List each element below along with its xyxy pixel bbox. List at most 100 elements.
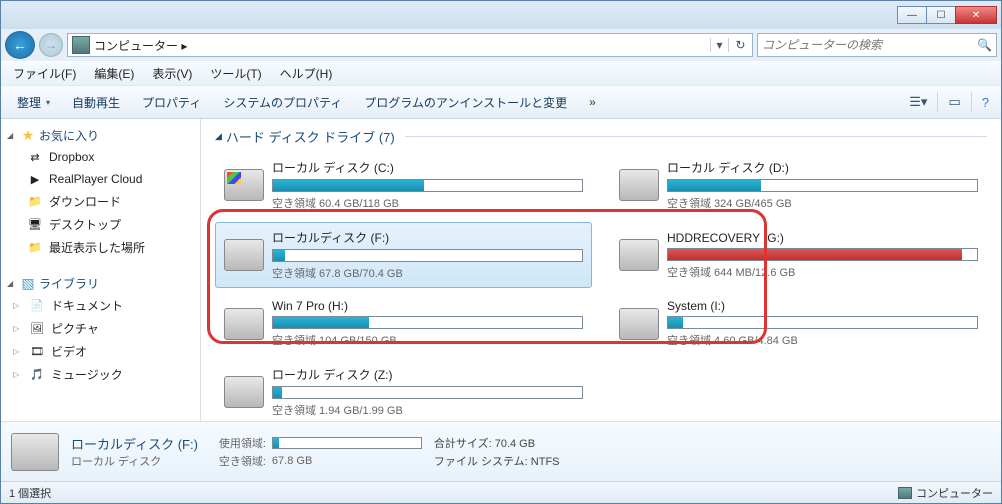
address-bar[interactable]: コンピューター ▸ ▾ ↻ [67,33,753,57]
drive-label: ローカル ディスク (C:) [272,159,583,176]
content-pane: ◢ ハード ディスク ドライブ (7) ローカル ディスク (C:) 空き領域 … [201,119,1001,421]
computer-icon [72,36,90,54]
total-value: 70.4 GB [495,438,535,450]
free-label: 空き領域: [210,453,266,469]
drive-free-text: 空き領域 324 GB/465 GB [667,195,978,211]
system-properties-button[interactable]: システムのプロパティ [213,90,352,115]
section-header[interactable]: ◢ ハード ディスク ドライブ (7) [215,127,987,146]
item-icon: 📁 [27,194,43,210]
item-label: ドキュメント [51,297,123,314]
details-pane: ローカルディスク (F:) ローカル ディスク 使用領域: 空き領域: 67.8… [1,421,1001,481]
capacity-bar [667,248,978,261]
item-label: 最近表示した場所 [49,239,145,256]
sidebar-item[interactable]: 📁 最近表示した場所 [3,236,198,259]
expand-icon: ▷ [13,347,23,356]
sidebar-favorites-header[interactable]: ◢ ★ お気に入り [3,125,198,146]
computer-icon [898,487,912,499]
drive-free-text: 空き領域 104 GB/150 GB [272,332,583,348]
item-icon: 🎞 [29,344,45,360]
drive-icon [224,308,264,340]
search-icon[interactable]: 🔍 [977,38,992,52]
close-button[interactable]: ✕ [955,6,997,24]
item-label: ビデオ [51,343,87,360]
capacity-bar [272,179,583,192]
drive-free-text: 空き領域 644 MB/12.6 GB [667,264,978,280]
sidebar-item[interactable]: 🖥デスクトップ [3,213,198,236]
sidebar-favorites-label: お気に入り [39,127,99,144]
drive-icon [224,376,264,408]
item-icon: 📁 [27,240,43,256]
drive-free-text: 空き領域 60.4 GB/118 GB [272,195,583,211]
drive-item[interactable]: Win 7 Pro (H:) 空き領域 104 GB/150 GB [215,292,592,355]
menu-edit[interactable]: 編集(E) [86,63,142,84]
sidebar-libraries-header[interactable]: ◢ ▧ ライブラリ [3,273,198,294]
sidebar-item[interactable]: ▷📄ドキュメント [3,294,198,317]
drive-item[interactable]: ローカル ディスク (Z:) 空き領域 1.94 GB/1.99 GB [215,359,592,421]
capacity-bar [272,386,583,399]
sidebar-item[interactable]: 📁 ダウンロード [3,190,198,213]
drive-icon [224,239,264,271]
uninstall-button[interactable]: プログラムのアンインストールと変更 [354,90,577,115]
capacity-bar [667,179,978,192]
details-subtitle: ローカル ディスク [71,453,198,469]
item-icon: ⇄ [27,149,43,165]
toolbar-more[interactable]: » [579,91,606,113]
menu-help[interactable]: ヘルプ(H) [272,63,341,84]
drive-item[interactable]: ローカル ディスク (D:) 空き領域 324 GB/465 GB [610,152,987,218]
drive-label: System (I:) [667,299,978,313]
section-title: ハード ディスク ドライブ (7) [226,127,395,146]
sidebar-item[interactable]: ▷ 🎵 ミュージック [3,363,198,386]
item-label: ダウンロード [49,193,121,210]
item-icon: 📄 [29,298,45,314]
minimize-button[interactable]: — [897,6,927,24]
address-dropdown[interactable]: ▾ [710,38,728,52]
organize-button[interactable]: 整理 [7,90,60,115]
autoplay-button[interactable]: 自動再生 [62,90,130,115]
command-bar: 整理 自動再生 プロパティ システムのプロパティ プログラムのアンインストールと… [1,85,1001,119]
search-input[interactable] [762,38,977,52]
forward-button[interactable]: → [39,33,63,57]
properties-button[interactable]: プロパティ [132,90,211,115]
capacity-bar [272,316,583,329]
titlebar[interactable]: — ☐ ✕ [1,1,1001,29]
drive-item[interactable]: ローカル ディスク (C:) 空き領域 60.4 GB/118 GB [215,152,592,218]
item-label: デスクトップ [49,216,121,233]
item-label: ミュージック [51,366,123,383]
capacity-bar [667,316,978,329]
item-icon: 🎵 [29,367,45,383]
sidebar-item[interactable]: ▷🖼ピクチャ [3,317,198,340]
expand-icon: ▷ [13,370,23,379]
navigation-pane: ◢ ★ お気に入り ⇄Dropbox ▶ RealPlayer Cloud 📁 ダウンロ… [1,119,201,421]
libraries-icon: ▧ [20,276,36,292]
capacity-bar [272,249,583,262]
breadcrumb[interactable]: コンピューター ▸ [94,37,710,54]
status-bar: 1 個選択 コンピューター [1,481,1001,503]
help-button[interactable]: ? [976,93,995,112]
sidebar-item[interactable]: ⇄Dropbox [3,146,198,168]
view-mode-button[interactable]: ☰▾ [903,92,933,112]
item-label: RealPlayer Cloud [49,172,142,186]
menu-tools[interactable]: ツール(T) [202,63,269,84]
maximize-button[interactable]: ☐ [926,6,956,24]
fs-label: ファイル システム: [434,456,528,468]
status-selection: 1 個選択 [9,485,51,501]
search-box[interactable]: 🔍 [757,33,997,57]
sidebar-item[interactable]: ▷ 🎞 ビデオ [3,340,198,363]
drive-icon [224,169,264,201]
preview-pane-button[interactable]: ▭ [942,92,966,112]
used-label: 使用領域: [210,435,266,451]
item-icon: ▶ [27,171,43,187]
drive-item[interactable]: HDDRECOVERY (G:) 空き領域 644 MB/12.6 GB [610,222,987,288]
navigation-bar: ← → コンピューター ▸ ▾ ↻ 🔍 [1,29,1001,61]
menu-file[interactable]: ファイル(F) [5,63,84,84]
used-bar [272,437,422,449]
free-value: 67.8 GB [272,455,312,467]
drive-item[interactable]: System (I:) 空き領域 4.60 GB/4.84 GB [610,292,987,355]
fs-value: NTFS [531,456,560,468]
refresh-button[interactable]: ↻ [728,38,752,52]
back-button[interactable]: ← [5,31,35,59]
collapse-icon: ◢ [7,131,17,140]
drive-item[interactable]: ローカルディスク (F:) 空き領域 67.8 GB/70.4 GB [215,222,592,288]
menu-view[interactable]: 表示(V) [144,63,200,84]
sidebar-item[interactable]: ▶ RealPlayer Cloud [3,168,198,190]
